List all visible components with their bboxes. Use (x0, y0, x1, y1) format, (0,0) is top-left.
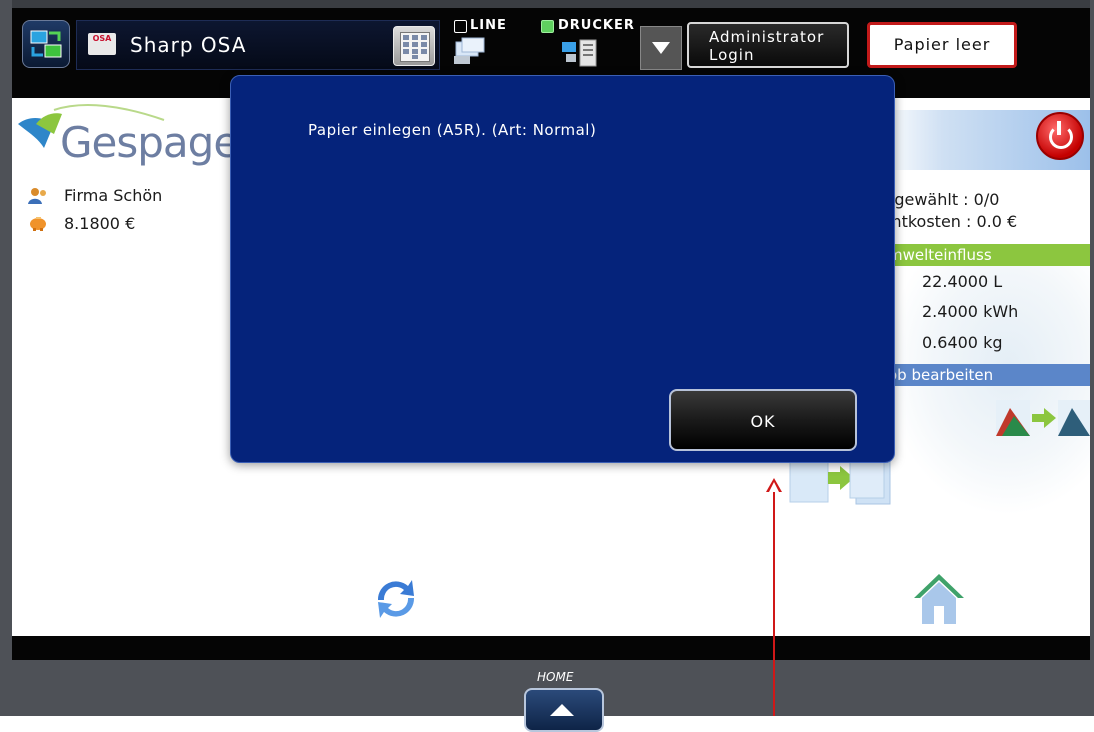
admin-login-line1: Administrator (709, 28, 825, 46)
top-frame-strip (12, 0, 1090, 8)
home-button[interactable] (524, 688, 604, 732)
keypad-icon[interactable] (393, 26, 435, 66)
administrator-login-button[interactable]: Administrator Login (687, 22, 849, 68)
account-balance: 8.1800 € (64, 214, 136, 233)
right-frame (1090, 0, 1094, 716)
annotation-arrow-head (766, 478, 782, 492)
home-label: HOME (537, 670, 574, 684)
line-device-icon (452, 36, 488, 72)
refresh-icon[interactable] (370, 574, 422, 624)
app-switch-icon[interactable] (22, 20, 70, 68)
dropdown-icon[interactable] (640, 26, 682, 70)
app-title: Sharp OSA (130, 33, 247, 57)
home-icon[interactable] (910, 570, 968, 626)
keypad-grid (400, 32, 430, 62)
environment-header: mwelteinfluss (884, 244, 1090, 266)
co2-usage: 0.6400 kg (922, 333, 1003, 352)
left-frame (0, 0, 12, 716)
image-forward-icon[interactable] (994, 394, 1092, 442)
dialog-message: Papier einlegen (A5R). (Art: Normal) (308, 121, 597, 139)
admin-login-line2: Login (709, 46, 755, 64)
line-checkbox[interactable] (454, 20, 467, 33)
edit-job-header: ob bearbeiten (884, 364, 1090, 386)
piggy-bank-icon (28, 214, 48, 232)
paper-status-button[interactable]: Papier leer (867, 22, 1017, 68)
ok-button[interactable]: OK (669, 389, 857, 451)
printer-label: DRUCKER (558, 18, 635, 33)
paper-load-dialog: Papier einlegen (A5R). (Art: Normal) OK (230, 75, 895, 463)
gespage-logo-text: Gespage (60, 118, 239, 167)
water-usage: 22.4000 L (922, 272, 1003, 291)
selected-count: sgewählt : 0/0 (886, 190, 1000, 209)
printer-checkbox[interactable] (541, 20, 554, 33)
bottom-black-bar (12, 636, 1090, 660)
account-name: Firma Schön (64, 186, 163, 205)
printer-device-icon (560, 38, 598, 72)
power-icon[interactable] (1036, 112, 1084, 160)
osa-logo: OSA (88, 33, 116, 55)
line-label: LINE (470, 18, 507, 33)
user-icon (28, 187, 48, 205)
total-cost: mtkosten : 0.0 € (886, 212, 1018, 231)
annotation-arrow-line (773, 488, 775, 716)
energy-usage: 2.4000 kWh (922, 302, 1019, 321)
